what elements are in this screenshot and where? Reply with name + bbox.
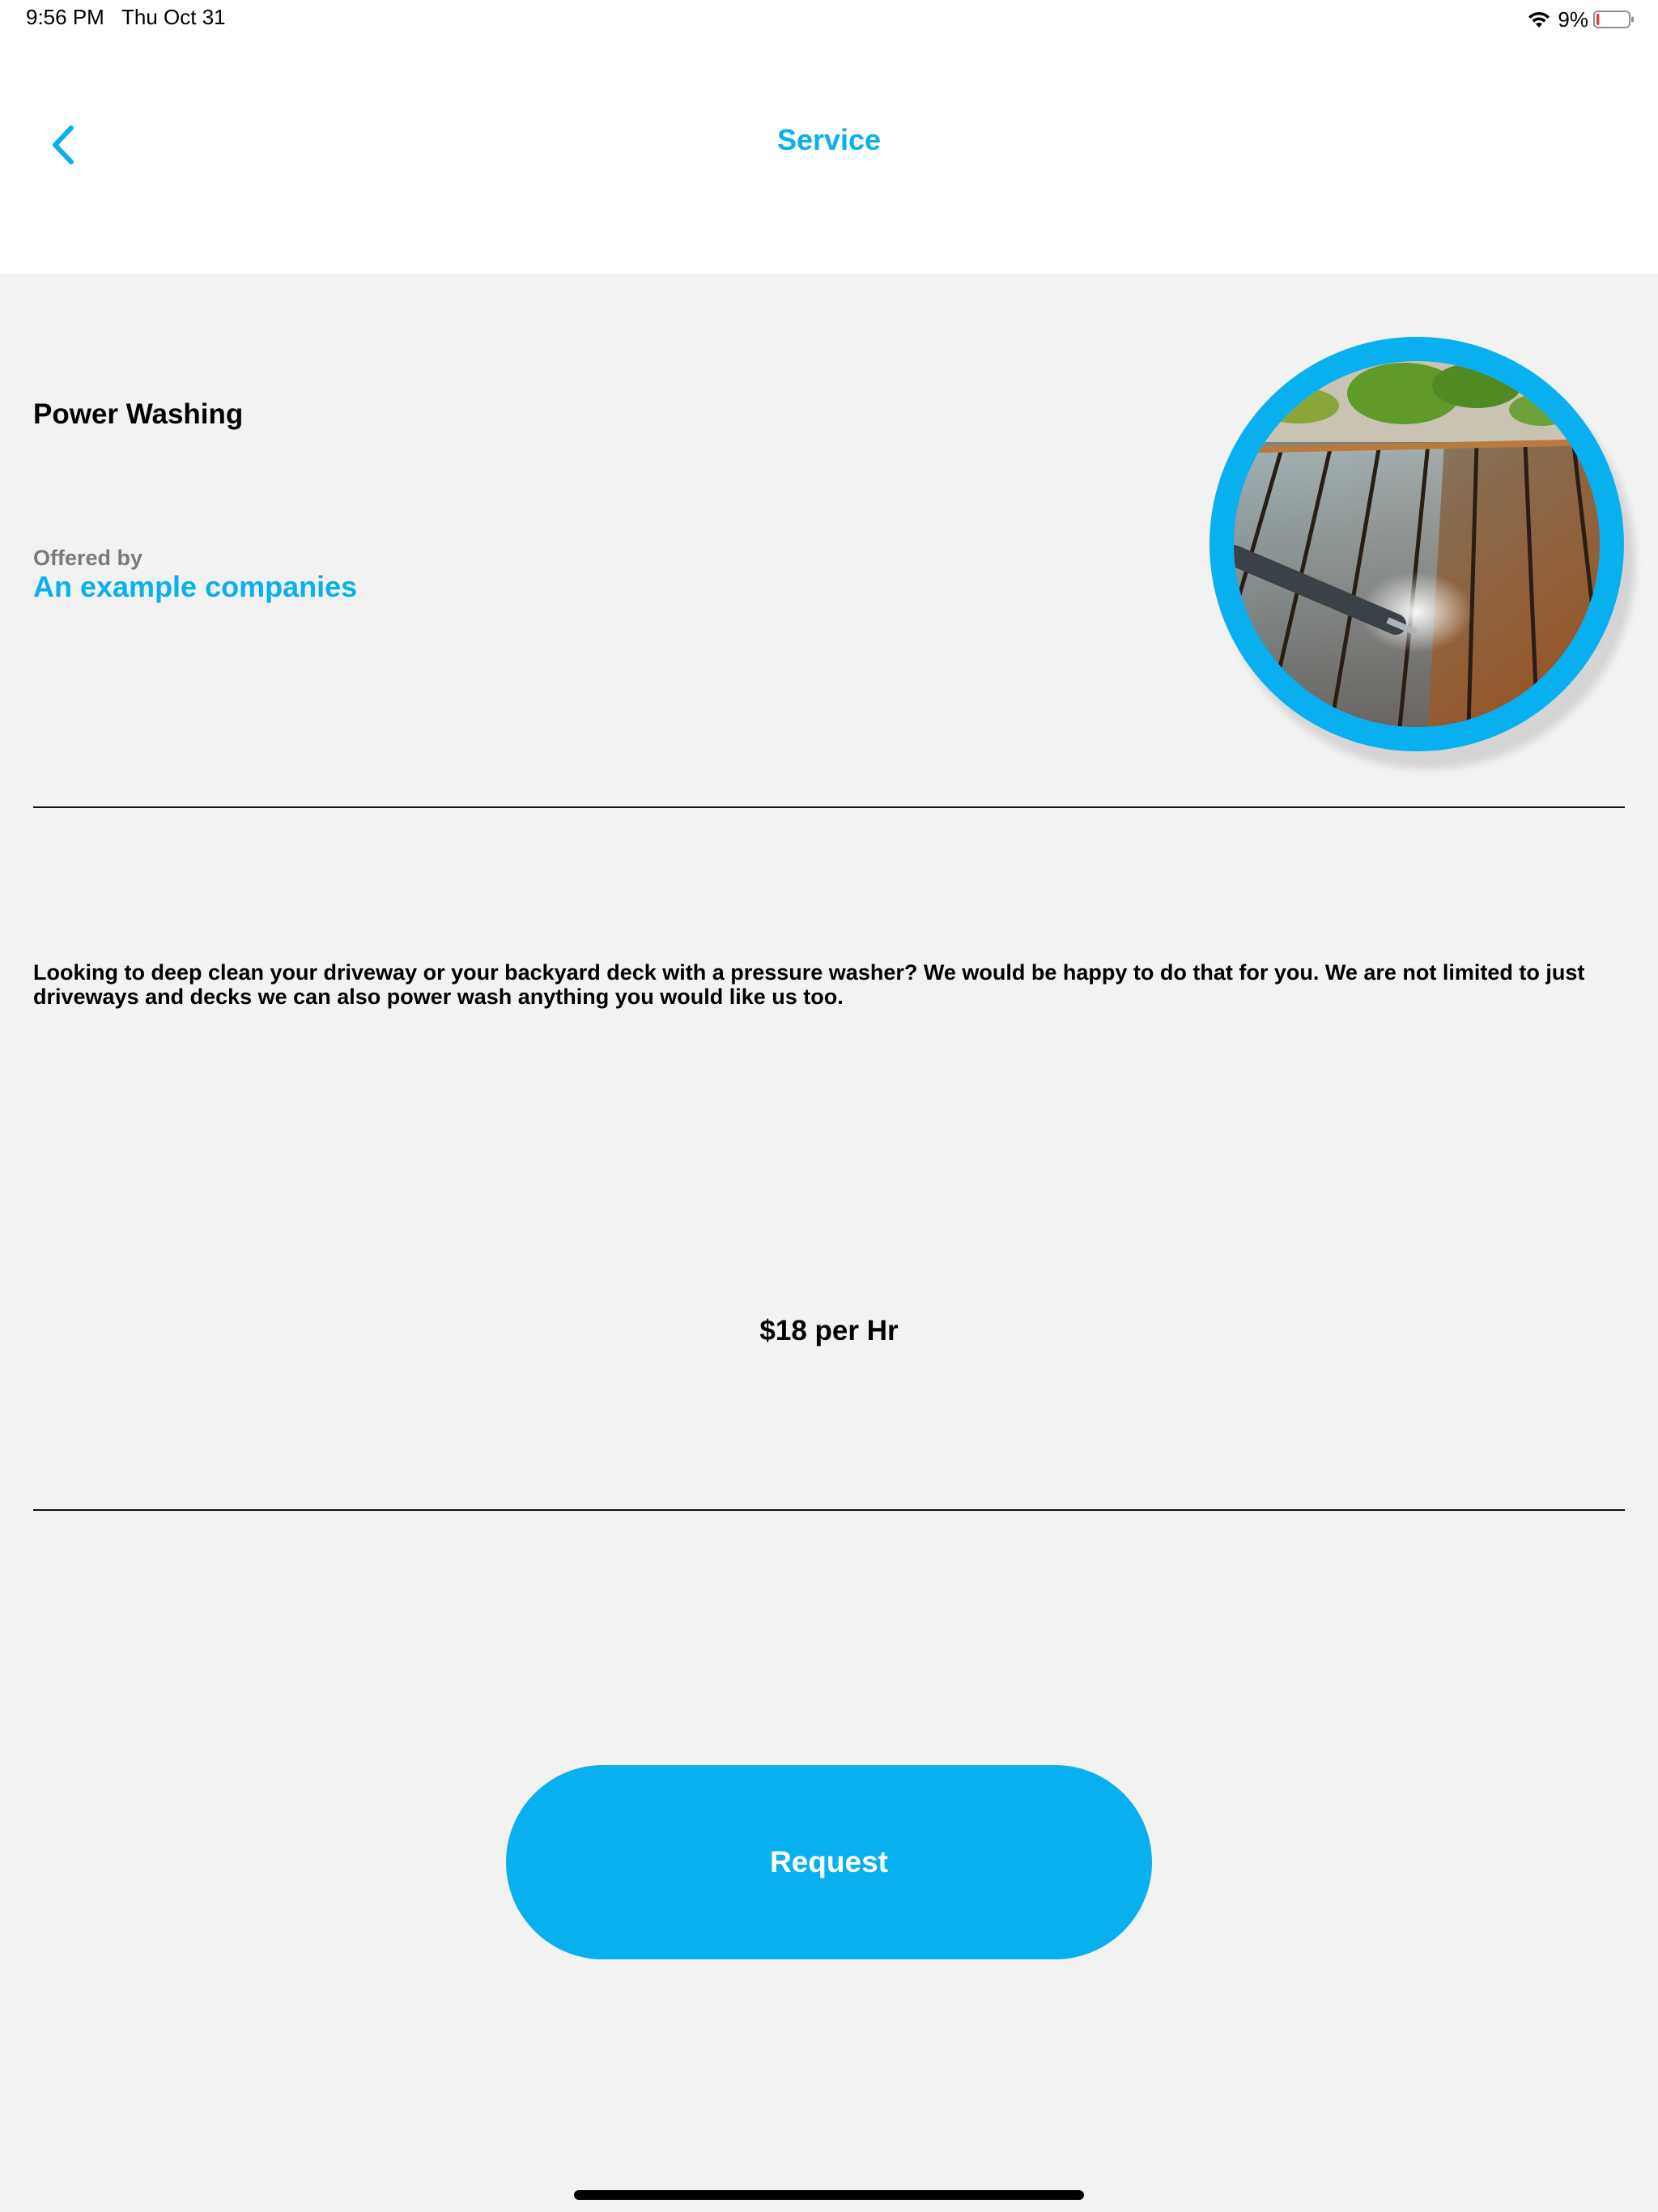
battery-icon [1593, 11, 1634, 28]
company-link[interactable]: An example companies [33, 570, 357, 604]
power-washing-deck-photo [1234, 361, 1600, 727]
service-price: $18 per Hr [759, 1315, 899, 1346]
service-image-frame [1209, 337, 1624, 751]
request-button[interactable]: Request [506, 1765, 1152, 1959]
status-indicators: 9% [1527, 5, 1635, 34]
service-description: Looking to deep clean your driveway or y… [33, 960, 1585, 1009]
status-date: Thu Oct 31 [121, 5, 226, 29]
divider [33, 806, 1625, 808]
status-bar: 9:56 PM Thu Oct 31 9% [0, 0, 1658, 39]
status-time: 9:56 PM [26, 5, 104, 29]
service-detail-screen: 9:56 PM Thu Oct 31 9% Service Power Wash… [0, 0, 1658, 2212]
battery-percentage: 9% [1558, 6, 1588, 32]
service-image [1234, 361, 1600, 727]
service-name: Power Washing [33, 398, 244, 430]
home-indicator [574, 2190, 1084, 2200]
wifi-icon [1528, 11, 1550, 28]
divider [33, 1509, 1625, 1511]
page-title: Service [776, 123, 882, 156]
header: 9:56 PM Thu Oct 31 9% Service [0, 0, 1658, 274]
offered-by-label: Offered by [33, 546, 143, 570]
